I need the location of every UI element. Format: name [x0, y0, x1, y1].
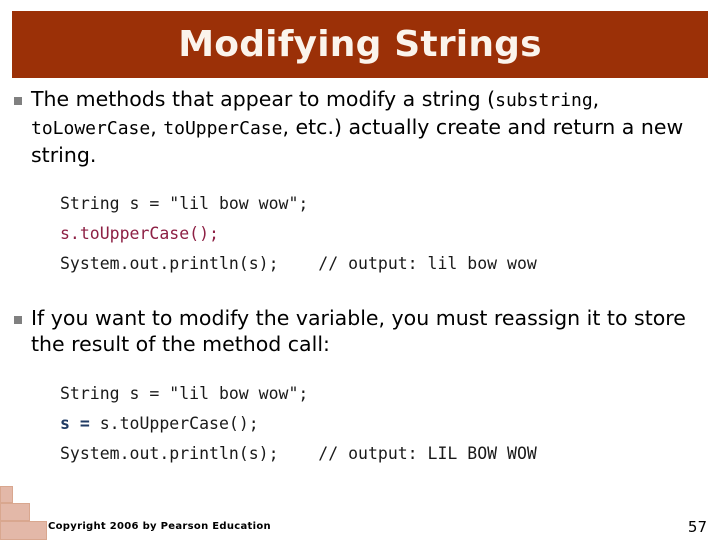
code-line: String s = "lil bow wow";	[60, 194, 309, 213]
square-bullet-icon	[14, 316, 22, 324]
footer-copyright: Copyright 2006 by Pearson Education	[48, 521, 271, 532]
code-line: s = s.toUpperCase();	[60, 414, 259, 433]
code-block-2: String s = "lil bow wow"; s = s.toUpperCa…	[60, 379, 537, 469]
decorative-stair-blocks-icon	[0, 486, 54, 540]
code-line: s.toUpperCase();	[60, 224, 219, 243]
page-title: Modifying Strings	[178, 23, 542, 65]
deco-block-top	[0, 486, 13, 503]
code-line: System.out.println(s); // output: LIL BO…	[60, 444, 537, 463]
deco-block-bottom	[0, 521, 47, 540]
code-line: System.out.println(s); // output: lil bo…	[60, 254, 537, 273]
bullet-1-text: The methods that appear to modify a stri…	[31, 87, 684, 167]
square-bullet-icon	[14, 97, 22, 105]
bullet-item-2: If you want to modify the variable, you …	[14, 305, 714, 357]
bullet-item-1: The methods that appear to modify a stri…	[14, 86, 714, 168]
slide-title-bar: Modifying Strings	[12, 11, 708, 78]
code-line: String s = "lil bow wow";	[60, 384, 309, 403]
bullet-2-text: If you want to modify the variable, you …	[31, 306, 686, 356]
page-number: 57	[687, 518, 707, 536]
deco-block-middle	[0, 503, 30, 521]
code-block-1: String s = "lil bow wow"; s.toUpperCase()…	[60, 189, 537, 279]
